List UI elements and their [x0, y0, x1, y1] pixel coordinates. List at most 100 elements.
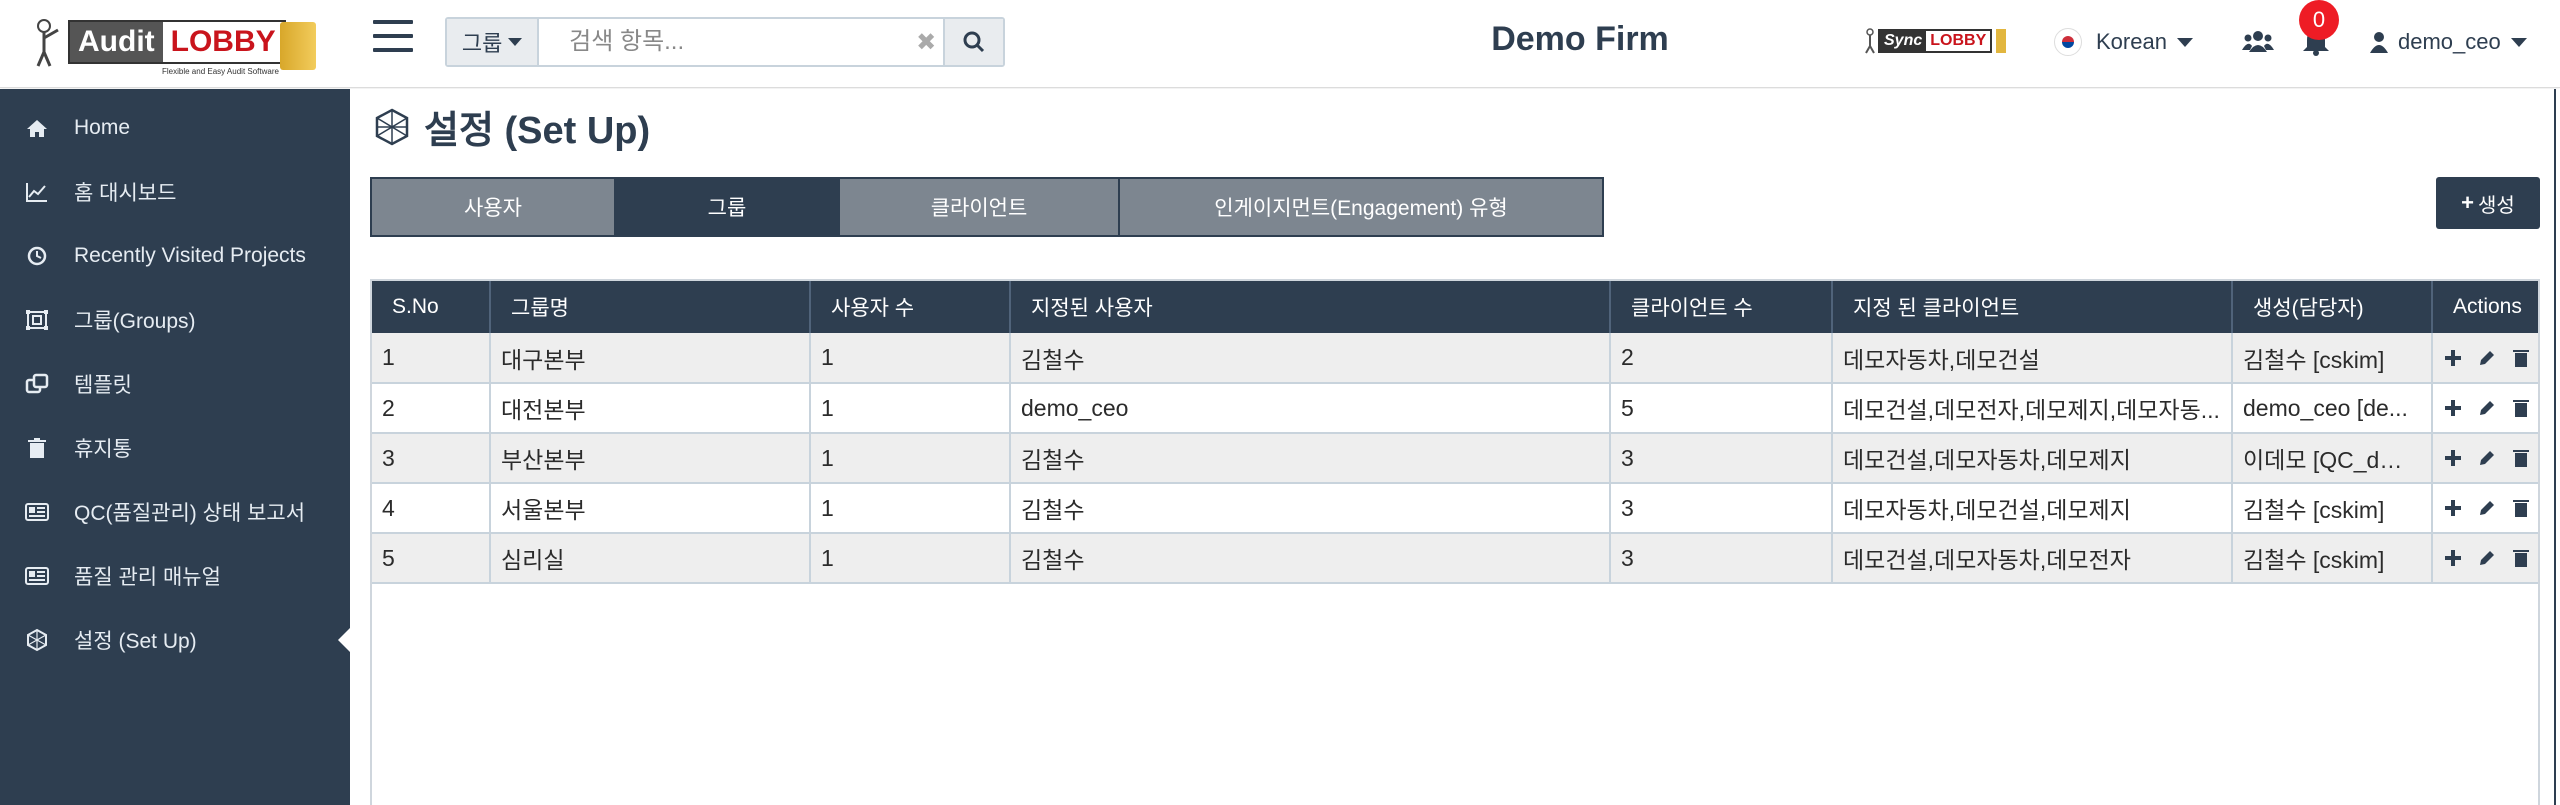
table-row[interactable]: 5 심리실 1 김철수 3 데모건설,데모자동차,데모전자 김철수 [cskim… — [372, 533, 2538, 584]
sidebar-item-home[interactable]: Home — [0, 96, 350, 160]
sidebar-item-setup[interactable]: 설정 (Set Up) — [0, 608, 350, 672]
audit-lobby-logo[interactable]: Audit LOBBY Flexible and Easy Audit Soft… — [32, 14, 322, 76]
search-button[interactable] — [943, 19, 1003, 65]
sidebar-item-qc-manual[interactable]: 품질 관리 매뉴얼 — [0, 544, 350, 608]
template-icon — [25, 373, 49, 394]
search-input[interactable] — [539, 19, 910, 65]
delete-trash-icon[interactable] — [2511, 547, 2531, 569]
cell-created-by: 이데모 [QC_dml... — [2232, 433, 2433, 484]
sidebar-item-trash[interactable]: 휴지통 — [0, 416, 350, 480]
edit-pencil-icon[interactable] — [2477, 547, 2497, 569]
cell-group-name: 서울본부 — [490, 483, 811, 534]
group-icon — [26, 310, 48, 330]
table-row[interactable]: 3 부산본부 1 김철수 3 데모건설,데모자동차,데모제지 이데모 [QC_d… — [372, 433, 2538, 484]
setup-tabs: 사용자 그룹 클라이언트 인게이지먼트(Engagement) 유형 — [370, 177, 1604, 237]
cell-actions — [2432, 333, 2538, 384]
delete-trash-icon[interactable] — [2511, 447, 2531, 469]
add-icon[interactable] — [2443, 497, 2463, 519]
cell-sno: 2 — [372, 383, 491, 434]
user-name: demo_ceo — [2398, 29, 2501, 54]
add-icon[interactable] — [2443, 347, 2463, 369]
sync-lobby-logo[interactable]: Sync LOBBY — [1864, 26, 2007, 56]
language-selector[interactable]: Korean — [2054, 24, 2193, 60]
tab-clients[interactable]: 클라이언트 — [840, 179, 1120, 235]
cell-group-name: 대전본부 — [490, 383, 811, 434]
edit-pencil-icon[interactable] — [2477, 397, 2497, 419]
create-button[interactable]: + 생성 — [2436, 177, 2540, 229]
cell-created-by: 김철수 [cskim] — [2232, 533, 2433, 584]
cell-sno: 5 — [372, 533, 491, 584]
cell-client-count: 3 — [1610, 483, 1833, 534]
language-label: Korean — [2096, 29, 2167, 54]
page-title-text: 설정 (Set Up) — [424, 110, 651, 152]
cell-user-count: 1 — [810, 333, 1011, 384]
edit-pencil-icon[interactable] — [2477, 447, 2497, 469]
column-header-client-count[interactable]: 클라이언트 수 — [1610, 281, 1833, 333]
search-bar: 그룹 ✖ — [445, 17, 1005, 67]
create-button-label: 생성 — [2478, 194, 2515, 217]
tab-users[interactable]: 사용자 — [372, 179, 616, 235]
search-scope-dropdown[interactable]: 그룹 — [447, 19, 540, 65]
home-icon — [27, 120, 47, 137]
delete-trash-icon[interactable] — [2511, 347, 2531, 369]
tab-engagement-types[interactable]: 인게이지먼트(Engagement) 유형 — [1120, 179, 1602, 235]
plus-icon: + — [2461, 190, 2475, 215]
column-header-user-count[interactable]: 사용자 수 — [810, 281, 1011, 333]
cell-client-count: 3 — [1610, 433, 1833, 484]
sidebar-item-label: Recently Visited Projects — [74, 244, 306, 267]
cell-assigned-users: 김철수 — [1010, 533, 1611, 584]
notification-count-badge: 0 — [2299, 0, 2339, 40]
edit-pencil-icon[interactable] — [2477, 347, 2497, 369]
add-icon[interactable] — [2443, 447, 2463, 469]
caret-down-icon — [2510, 37, 2527, 47]
logo-folder-icon — [280, 22, 316, 70]
add-icon[interactable] — [2443, 547, 2463, 569]
search-scope-label: 그룹 — [461, 31, 503, 56]
menu-toggle-icon[interactable] — [373, 20, 413, 56]
table-row[interactable]: 4 서울본부 1 김철수 3 데모자동차,데모건설,데모제지 김철수 [cski… — [372, 483, 2538, 534]
sync-logo-wordmark: Sync LOBBY — [1878, 29, 1993, 53]
setup-icon — [375, 108, 409, 145]
cell-client-count: 2 — [1610, 333, 1833, 384]
sidebar-item-label: 그룹(Groups) — [74, 310, 196, 333]
sidebar-item-label: 템플릿 — [74, 374, 132, 397]
sidebar-item-templates[interactable]: 템플릿 — [0, 352, 350, 416]
tab-label: 클라이언트 — [930, 197, 1028, 220]
cell-user-count: 1 — [810, 483, 1011, 534]
cell-actions — [2432, 483, 2538, 534]
logo-figure-icon — [36, 19, 59, 67]
table-row[interactable]: 2 대전본부 1 demo_ceo 5 데모건설,데모전자,데모제지,데모자동.… — [372, 383, 2538, 434]
column-header-assigned-users[interactable]: 지정된 사용자 — [1010, 281, 1611, 333]
caret-down-icon — [2176, 37, 2193, 47]
column-header-actions: Actions — [2432, 281, 2538, 333]
column-header-assigned-clients[interactable]: 지정 된 클라이언트 — [1832, 281, 2233, 333]
column-header-group-name[interactable]: 그룹명 — [490, 281, 811, 333]
edit-pencil-icon[interactable] — [2477, 497, 2497, 519]
column-header-sno[interactable]: S.No — [372, 281, 491, 333]
clear-search-icon[interactable]: ✖ — [909, 19, 943, 65]
groups-table: S.No 그룹명 사용자 수 지정된 사용자 클라이언트 수 지정 된 클라이언… — [370, 279, 2540, 805]
table-row[interactable]: 1 대구본부 1 김철수 2 데모자동차,데모건설 김철수 [cskim] — [372, 333, 2538, 384]
sidebar-item-label: 홈 대시보드 — [74, 182, 177, 205]
delete-trash-icon[interactable] — [2511, 497, 2531, 519]
tab-groups[interactable]: 그룹 — [616, 179, 840, 235]
sidebar-item-label: Home — [74, 116, 131, 139]
clock-icon — [27, 246, 47, 266]
delete-trash-icon[interactable] — [2511, 397, 2531, 419]
caret-down-icon — [508, 38, 523, 46]
sidebar-item-qc-report[interactable]: QC(품질관리) 상태 보고서 — [0, 480, 350, 544]
cell-group-name: 심리실 — [490, 533, 811, 584]
sidebar-item-dashboard[interactable]: 홈 대시보드 — [0, 160, 350, 224]
logo-tagline: Flexible and Easy Audit Software — [162, 67, 279, 76]
users-icon[interactable] — [2242, 28, 2274, 56]
user-menu[interactable]: demo_ceo — [2370, 24, 2527, 60]
add-icon[interactable] — [2443, 397, 2463, 419]
tab-label: 그룹 — [707, 197, 747, 220]
cell-created-by: demo_ceo [de... — [2232, 383, 2433, 434]
search-icon — [963, 31, 985, 53]
cell-group-name: 대구본부 — [490, 333, 811, 384]
column-header-created-by[interactable]: 생성(담당자) — [2232, 281, 2433, 333]
sidebar-item-recent-projects[interactable]: Recently Visited Projects — [0, 224, 350, 288]
sidebar-item-groups[interactable]: 그룹(Groups) — [0, 288, 350, 352]
cell-group-name: 부산본부 — [490, 433, 811, 484]
